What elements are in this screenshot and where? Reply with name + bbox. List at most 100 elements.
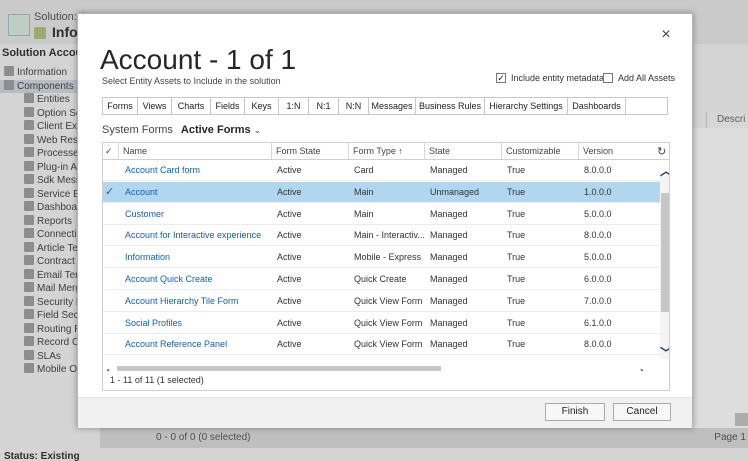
cell-name[interactable]: Social Profiles: [125, 313, 182, 334]
cell-customizable: True: [507, 230, 526, 241]
cell-version: 8.0.0.0: [584, 230, 612, 241]
cell-form-state: Active: [277, 230, 302, 241]
tab-fields[interactable]: Fields: [211, 98, 245, 114]
table-row[interactable]: Customer Active Main Managed True 5.0.0.0: [103, 204, 660, 225]
asset-tabs: Forms Views Charts Fields Keys 1:N N:1 N:N Messa…: [102, 97, 668, 115]
tab-business-rules[interactable]: Business Rules: [416, 98, 485, 114]
cell-state: Managed: [430, 208, 468, 219]
view-selector: System Forms Active Forms ⌄: [102, 124, 261, 136]
cell-form-type: Quick Create: [354, 274, 407, 284]
tab-charts[interactable]: Charts: [172, 98, 211, 114]
cell-form-state: Active: [277, 165, 302, 175]
tab-keys[interactable]: Keys: [245, 98, 279, 114]
cell-version: 8.0.0.0: [584, 165, 612, 175]
cell-form-state: Active: [277, 339, 302, 350]
cell-form-type: Quick View Form: [354, 339, 423, 350]
column-header-form-state[interactable]: Form State: [271, 143, 348, 160]
view-dropdown[interactable]: Active Forms: [181, 124, 251, 136]
table-row[interactable]: Account for Interactive experience Active…: [103, 225, 660, 247]
cell-form-state: Active: [277, 295, 302, 306]
grid-header: ✓ Name Form State Form Type ↑ State Cust…: [103, 143, 669, 160]
cell-form-state: Active: [277, 186, 302, 197]
close-icon[interactable]: ×: [659, 27, 673, 43]
column-header-customizable[interactable]: Customizable: [501, 143, 578, 160]
cell-customizable: True: [507, 339, 526, 350]
cell-form-type: Main: [354, 208, 374, 219]
cell-form-state: Active: [277, 252, 302, 263]
add-all-assets-checkbox[interactable]: Add All Assets: [603, 73, 675, 83]
table-row[interactable]: Account Quick Create Active Quick Create Ma…: [103, 269, 660, 290]
table-row[interactable]: Account Card form Active Card Managed True 8.…: [103, 160, 660, 181]
add-all-assets-label: Add All Assets: [618, 73, 676, 83]
chevron-down-icon[interactable]: ⌄: [254, 125, 262, 136]
finish-button[interactable]: Finish: [545, 403, 605, 421]
cell-name[interactable]: Account Quick Create: [125, 269, 213, 290]
cell-version: 5.0.0.0: [584, 252, 612, 263]
scroll-up-icon[interactable]: ︿: [660, 165, 669, 177]
cell-name[interactable]: Customer: [125, 204, 164, 225]
grid-rows: Account Card form Active Card Managed True 8.…: [103, 160, 660, 360]
cell-state: Managed: [430, 165, 468, 175]
cell-form-type: Quick View Form: [354, 317, 423, 328]
table-row[interactable]: Account Reference Panel Active Quick View …: [103, 334, 660, 356]
cell-version: 5.0.0.0: [584, 208, 612, 219]
tab-messages[interactable]: Messages: [369, 98, 416, 114]
tab-views[interactable]: Views: [138, 98, 172, 114]
tab-n-1[interactable]: N:1: [309, 98, 339, 114]
cell-form-state: Active: [277, 274, 302, 284]
include-metadata-checkbox[interactable]: ✓ Include entity metadata: [496, 73, 604, 83]
cell-form-state: Active: [277, 208, 302, 219]
tab-n-n[interactable]: N:N: [339, 98, 369, 114]
cell-state: Managed: [430, 252, 468, 263]
cell-name[interactable]: Account: [125, 182, 158, 203]
column-header-version[interactable]: Version: [578, 143, 660, 160]
cell-state: Managed: [430, 295, 468, 306]
cell-name[interactable]: Account Hierarchy Tile Form: [125, 291, 239, 312]
cell-customizable: True: [507, 274, 526, 284]
form-type-label: Form Type: [353, 146, 396, 156]
column-header-name[interactable]: Name: [118, 143, 271, 160]
cell-version: 6.0.0.0: [584, 274, 612, 284]
cell-version: 1.0.0.0: [584, 186, 612, 197]
cell-form-type: Main - Interactiv...: [354, 230, 425, 241]
cell-state: Managed: [430, 274, 468, 284]
table-row[interactable]: Information Active Mobile - Express Managed…: [103, 247, 660, 269]
scroll-down-icon[interactable]: ﹀: [660, 347, 669, 359]
cell-name[interactable]: Account for Interactive experience: [125, 225, 261, 246]
cell-name[interactable]: Account Card form: [125, 160, 200, 181]
forms-grid: ✓ Name Form State Form Type ↑ State Cust…: [102, 142, 670, 384]
checkbox-icon[interactable]: ✓: [496, 73, 506, 83]
cell-version: 6.1.0.0: [584, 317, 612, 328]
tab-hierarchy-settings[interactable]: Hierarchy Settings: [485, 98, 568, 114]
tab-dashboards[interactable]: Dashboards: [568, 98, 626, 114]
row-checked-icon[interactable]: ✓: [105, 182, 114, 203]
column-header-form-type[interactable]: Form Type ↑: [348, 143, 424, 160]
select-all-checkbox[interactable]: ✓: [103, 143, 118, 160]
refresh-icon[interactable]: ↻: [657, 145, 666, 158]
dialog-subtitle: Select Entity Assets to Include in the s…: [102, 76, 281, 86]
cell-state: Unmanaged: [430, 186, 480, 197]
tab-forms[interactable]: Forms: [103, 98, 138, 114]
vertical-scroll-thumb[interactable]: [661, 193, 669, 312]
cancel-button[interactable]: Cancel: [613, 403, 671, 421]
cell-name[interactable]: Information: [125, 247, 170, 268]
cell-form-type: Card: [354, 165, 374, 175]
cell-form-type: Mobile - Express: [354, 252, 422, 263]
cell-form-type: Main: [354, 186, 374, 197]
include-metadata-label: Include entity metadata: [511, 73, 605, 83]
table-row[interactable]: Account Hierarchy Tile Form Active Quick V…: [103, 291, 660, 312]
checkbox-icon[interactable]: [603, 73, 613, 83]
cell-state: Managed: [430, 339, 468, 350]
view-label: System Forms: [102, 124, 173, 136]
cell-form-state: Active: [277, 317, 302, 328]
cell-state: Managed: [430, 230, 468, 241]
column-header-state[interactable]: State: [424, 143, 501, 160]
table-row[interactable]: ✓ Account Active Main Unmanaged True 1.0.0.0: [103, 181, 660, 203]
cell-name[interactable]: Account Reference Panel: [125, 334, 227, 355]
tab-1-n[interactable]: 1:N: [279, 98, 309, 114]
vertical-scrollbar[interactable]: [660, 176, 669, 359]
dialog-title: Account - 1 of 1: [100, 44, 297, 75]
table-row[interactable]: Social Profiles Active Quick View Form Mana…: [103, 313, 660, 334]
cell-customizable: True: [507, 186, 526, 197]
cell-customizable: True: [507, 208, 526, 219]
